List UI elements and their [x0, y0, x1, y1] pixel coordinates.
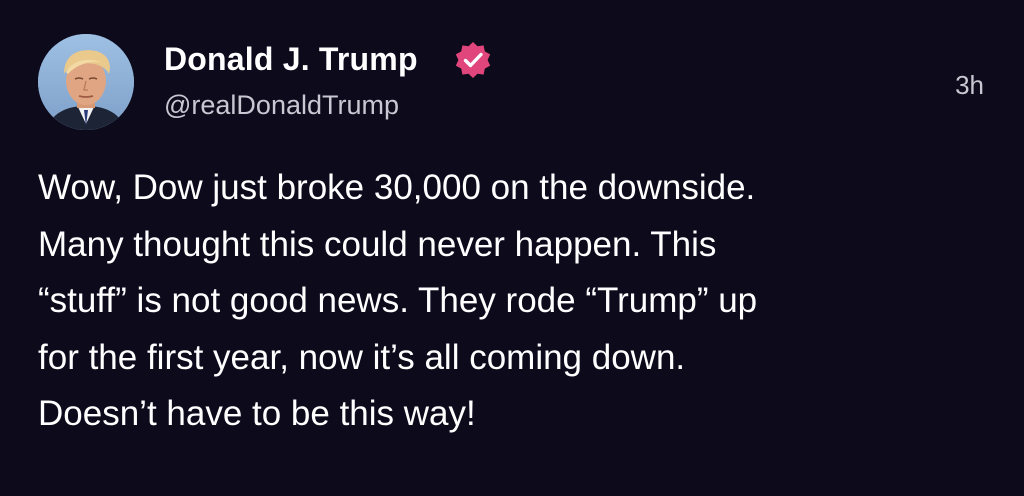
- post-body-line: Many thought this could never happen. Th…: [38, 224, 717, 264]
- post-card: Donald J. Trump @realDonaldTrump 3h Wow,…: [0, 0, 1024, 496]
- profile-photo-icon: [38, 34, 134, 130]
- post-body-line: Wow, Dow just broke 30,000 on the downsi…: [38, 168, 756, 207]
- post-timestamp[interactable]: 3h: [955, 68, 984, 102]
- verified-badge-icon: [453, 40, 493, 80]
- post-body-line: Doesn’t have to be this way!: [38, 394, 476, 433]
- post-body-line: “stuff” is not good news. They rode “Tru…: [38, 281, 758, 320]
- author-handle[interactable]: @realDonaldTrump: [164, 86, 399, 124]
- post-body: Wow, Dow just broke 30,000 on the downsi…: [38, 160, 988, 443]
- post-body-line: for the first year, now it’s all coming …: [38, 337, 686, 377]
- author-display-name[interactable]: Donald J. Trump: [164, 38, 418, 80]
- avatar[interactable]: [38, 34, 134, 130]
